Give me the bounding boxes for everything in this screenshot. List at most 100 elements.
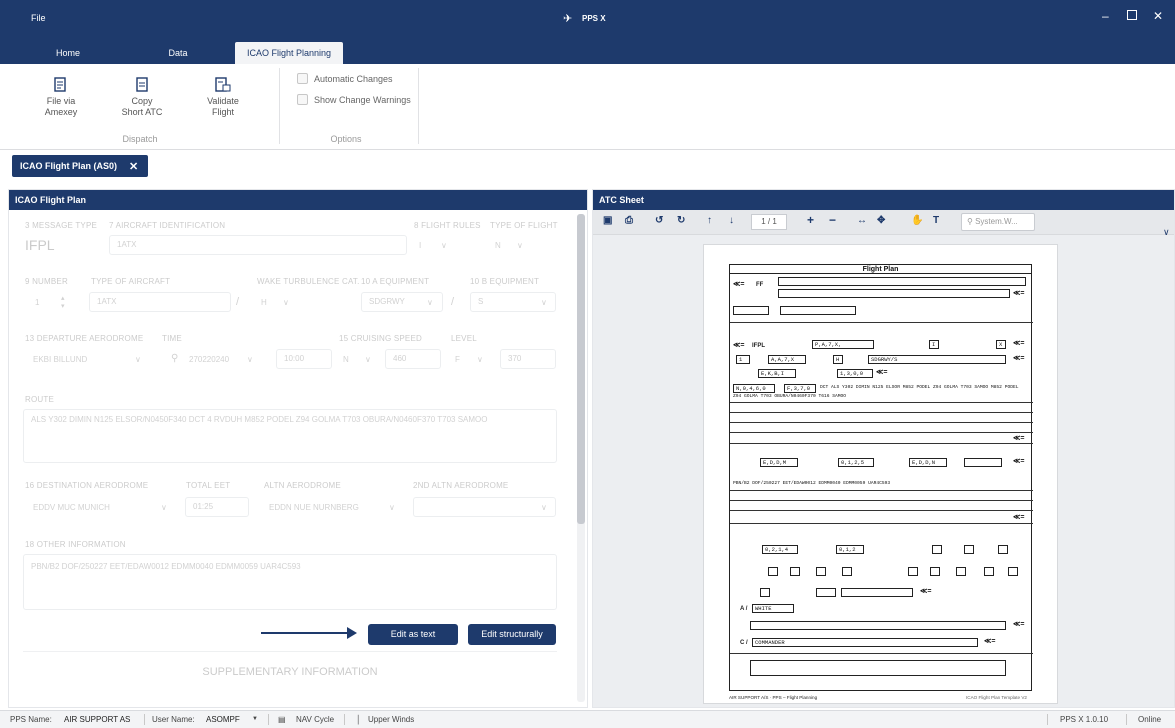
speed-unit-select[interactable]: N [343,355,349,364]
status-divider [1047,714,1048,725]
number-stepper[interactable]: 1 [35,298,39,307]
departure-box: E,K,B,I [758,369,796,378]
time-date-select[interactable]: 270220240 [189,355,229,364]
field-arrow-icon: ≪= [733,342,745,349]
pdf-viewer[interactable]: Flight Plan ≪= FF ≪= ≪= IFPL P,A,7,X, I … [593,235,1174,707]
type-of-flight-select[interactable]: N [495,241,501,250]
user-name-value[interactable]: ASOMPF [206,715,240,724]
page-down-icon[interactable]: ↓ [729,215,734,226]
label-destination: 16 DESTINATION AERODROME [25,481,149,490]
tab-data[interactable]: Data [154,42,202,64]
level-input[interactable]: 370 [500,349,556,369]
type-of-aircraft-input[interactable]: 1ATX [89,292,231,312]
addressee-box [778,289,1010,298]
end-arrow-icon: ≪= [1013,290,1025,297]
search-icon[interactable]: ⚲ [171,353,178,364]
save-icon[interactable]: ▣ [603,215,612,226]
field-arrow-icon: ≪= [1013,355,1025,362]
online-status: Online [1138,715,1162,724]
edit-structurally-button[interactable]: Edit structurally [468,624,556,645]
label-departure: 13 DEPARTURE AERODROME [25,334,144,343]
fit-page-icon[interactable]: ✥ [877,215,885,226]
chevron-down-icon[interactable]: ▼ [252,716,258,722]
form-divider [730,443,1033,444]
wake-box: H [833,355,843,364]
cruising-speed-input[interactable]: 460 [385,349,441,369]
nav-cycle-icon: ▤ [278,715,286,724]
chevron-down-icon: ∨ [541,503,547,512]
file-via-amexey-button[interactable]: File via Amexey [38,77,84,118]
close-tab-icon[interactable]: ✕ [129,160,138,173]
rotate-left-icon[interactable]: ↺ [655,215,663,226]
route-textarea[interactable]: ALS Y302 DIMIN N125 ELSOR/N0450F340 DCT … [23,409,557,463]
label-altn: ALTN AERODROME [264,481,341,490]
jacket-box [956,567,966,576]
aircraft-id-input[interactable]: 1ATX [109,235,407,255]
show-change-warnings-checkbox[interactable]: Show Change Warnings [297,94,411,105]
level-unit-select[interactable]: F [455,355,460,364]
validate-flight-button[interactable]: Validate Flight [200,77,246,118]
zoom-in-icon[interactable]: + [807,213,814,227]
print-icon[interactable]: ⎙ [625,215,633,226]
label-equip-10a: 10 A EQUIPMENT [361,277,430,286]
zoom-out-icon[interactable]: − [829,213,836,227]
rotate-right-icon[interactable]: ↻ [677,215,685,226]
wake-select[interactable]: H [261,298,267,307]
field-arrow-icon: ≪= [1013,621,1025,628]
upper-winds-label[interactable]: Upper Winds [368,715,414,724]
text-select-icon[interactable]: T [933,215,939,226]
pan-hand-icon[interactable]: ✋ [911,215,923,226]
other-information-textarea[interactable]: PBN/B2 DOF/250227 EET/EDAW0012 EDMM0040 … [23,554,557,610]
nav-cycle-label[interactable]: NAV Cycle [296,715,334,724]
automatic-changes-checkbox[interactable]: Automatic Changes [297,73,393,84]
chevron-down-icon: ∨ [283,298,289,307]
chevron-down-icon: ∨ [365,355,371,364]
status-divider [268,714,269,725]
form-divider [730,490,1033,491]
label-time: TIME [162,334,182,343]
destination-select[interactable]: EDDV MUC MUNICH [33,503,110,512]
close-icon[interactable]: ✕ [1153,9,1163,23]
label-a: A / [740,606,748,612]
altn2-select[interactable] [413,497,556,517]
total-eet-input[interactable]: 01:25 [185,497,249,517]
title-bar: File ✈ PPS X – ✕ [0,0,1175,42]
arrow-line [261,632,351,634]
jacket-box [984,567,994,576]
page-number-input[interactable]: 1 / 1 [751,214,787,230]
ribbon-divider [418,68,419,144]
maximize-icon[interactable] [1127,10,1137,20]
pdf-search-input[interactable]: ⚲ System.W... [961,213,1035,231]
type-box: X [996,340,1006,349]
altn-select[interactable]: EDDN NUE NURNBERG [269,503,359,512]
label-equip-10b: 10 B EQUIPMENT [470,277,540,286]
form-divider [730,523,1033,524]
form-divider [730,412,1033,413]
document-tab-icao-flight-plan[interactable]: ICAO Flight Plan (AS0) ✕ [12,155,149,177]
label-level: LEVEL [451,334,477,343]
departure-select[interactable]: EKBI BILLUND [33,355,87,364]
flight-rules-select[interactable]: I [419,241,421,250]
tab-icao-flight-planning[interactable]: ICAO Flight Planning [235,42,343,64]
field-arrow-icon: ≪= [920,588,932,595]
scrollbar-thumb[interactable] [577,214,585,524]
icao-flight-plan-panel: ICAO Flight Plan 3 MESSAGE TYPE 7 AIRCRA… [8,189,588,708]
stepper-arrows-icon[interactable]: ▴ ▾ [61,294,65,310]
slash-separator: / [236,296,240,308]
copy-short-atc-button[interactable]: Copy Short ATC [117,77,167,118]
edit-as-text-button[interactable]: Edit as text [368,624,458,645]
page-up-icon[interactable]: ↑ [707,215,712,226]
ribbon: File via Amexey Copy Short ATC Validate Fli… [0,64,1175,150]
label-wake: WAKE TURBULENCE CAT. [257,277,360,286]
persons-box: 0,1,2 [836,545,864,554]
file-menu[interactable]: File [31,13,46,23]
label-flight-rules: 8 FLIGHT RULES [414,221,481,230]
status-divider [1126,714,1127,725]
chevron-down-icon: ∨ [441,241,447,250]
fit-width-icon[interactable]: ↔ [857,215,867,226]
tab-home[interactable]: Home [40,42,96,64]
time-input[interactable]: 10:00 [276,349,332,369]
pps-name-label: PPS Name: [10,715,52,724]
pdf-toolbar: ▣ ⎙ ↺ ↻ ↑ ↓ 1 / 1 + − ↔ ✥ ✋ T ⚲ System.W… [593,210,1174,235]
minimize-icon[interactable]: – [1102,9,1109,23]
